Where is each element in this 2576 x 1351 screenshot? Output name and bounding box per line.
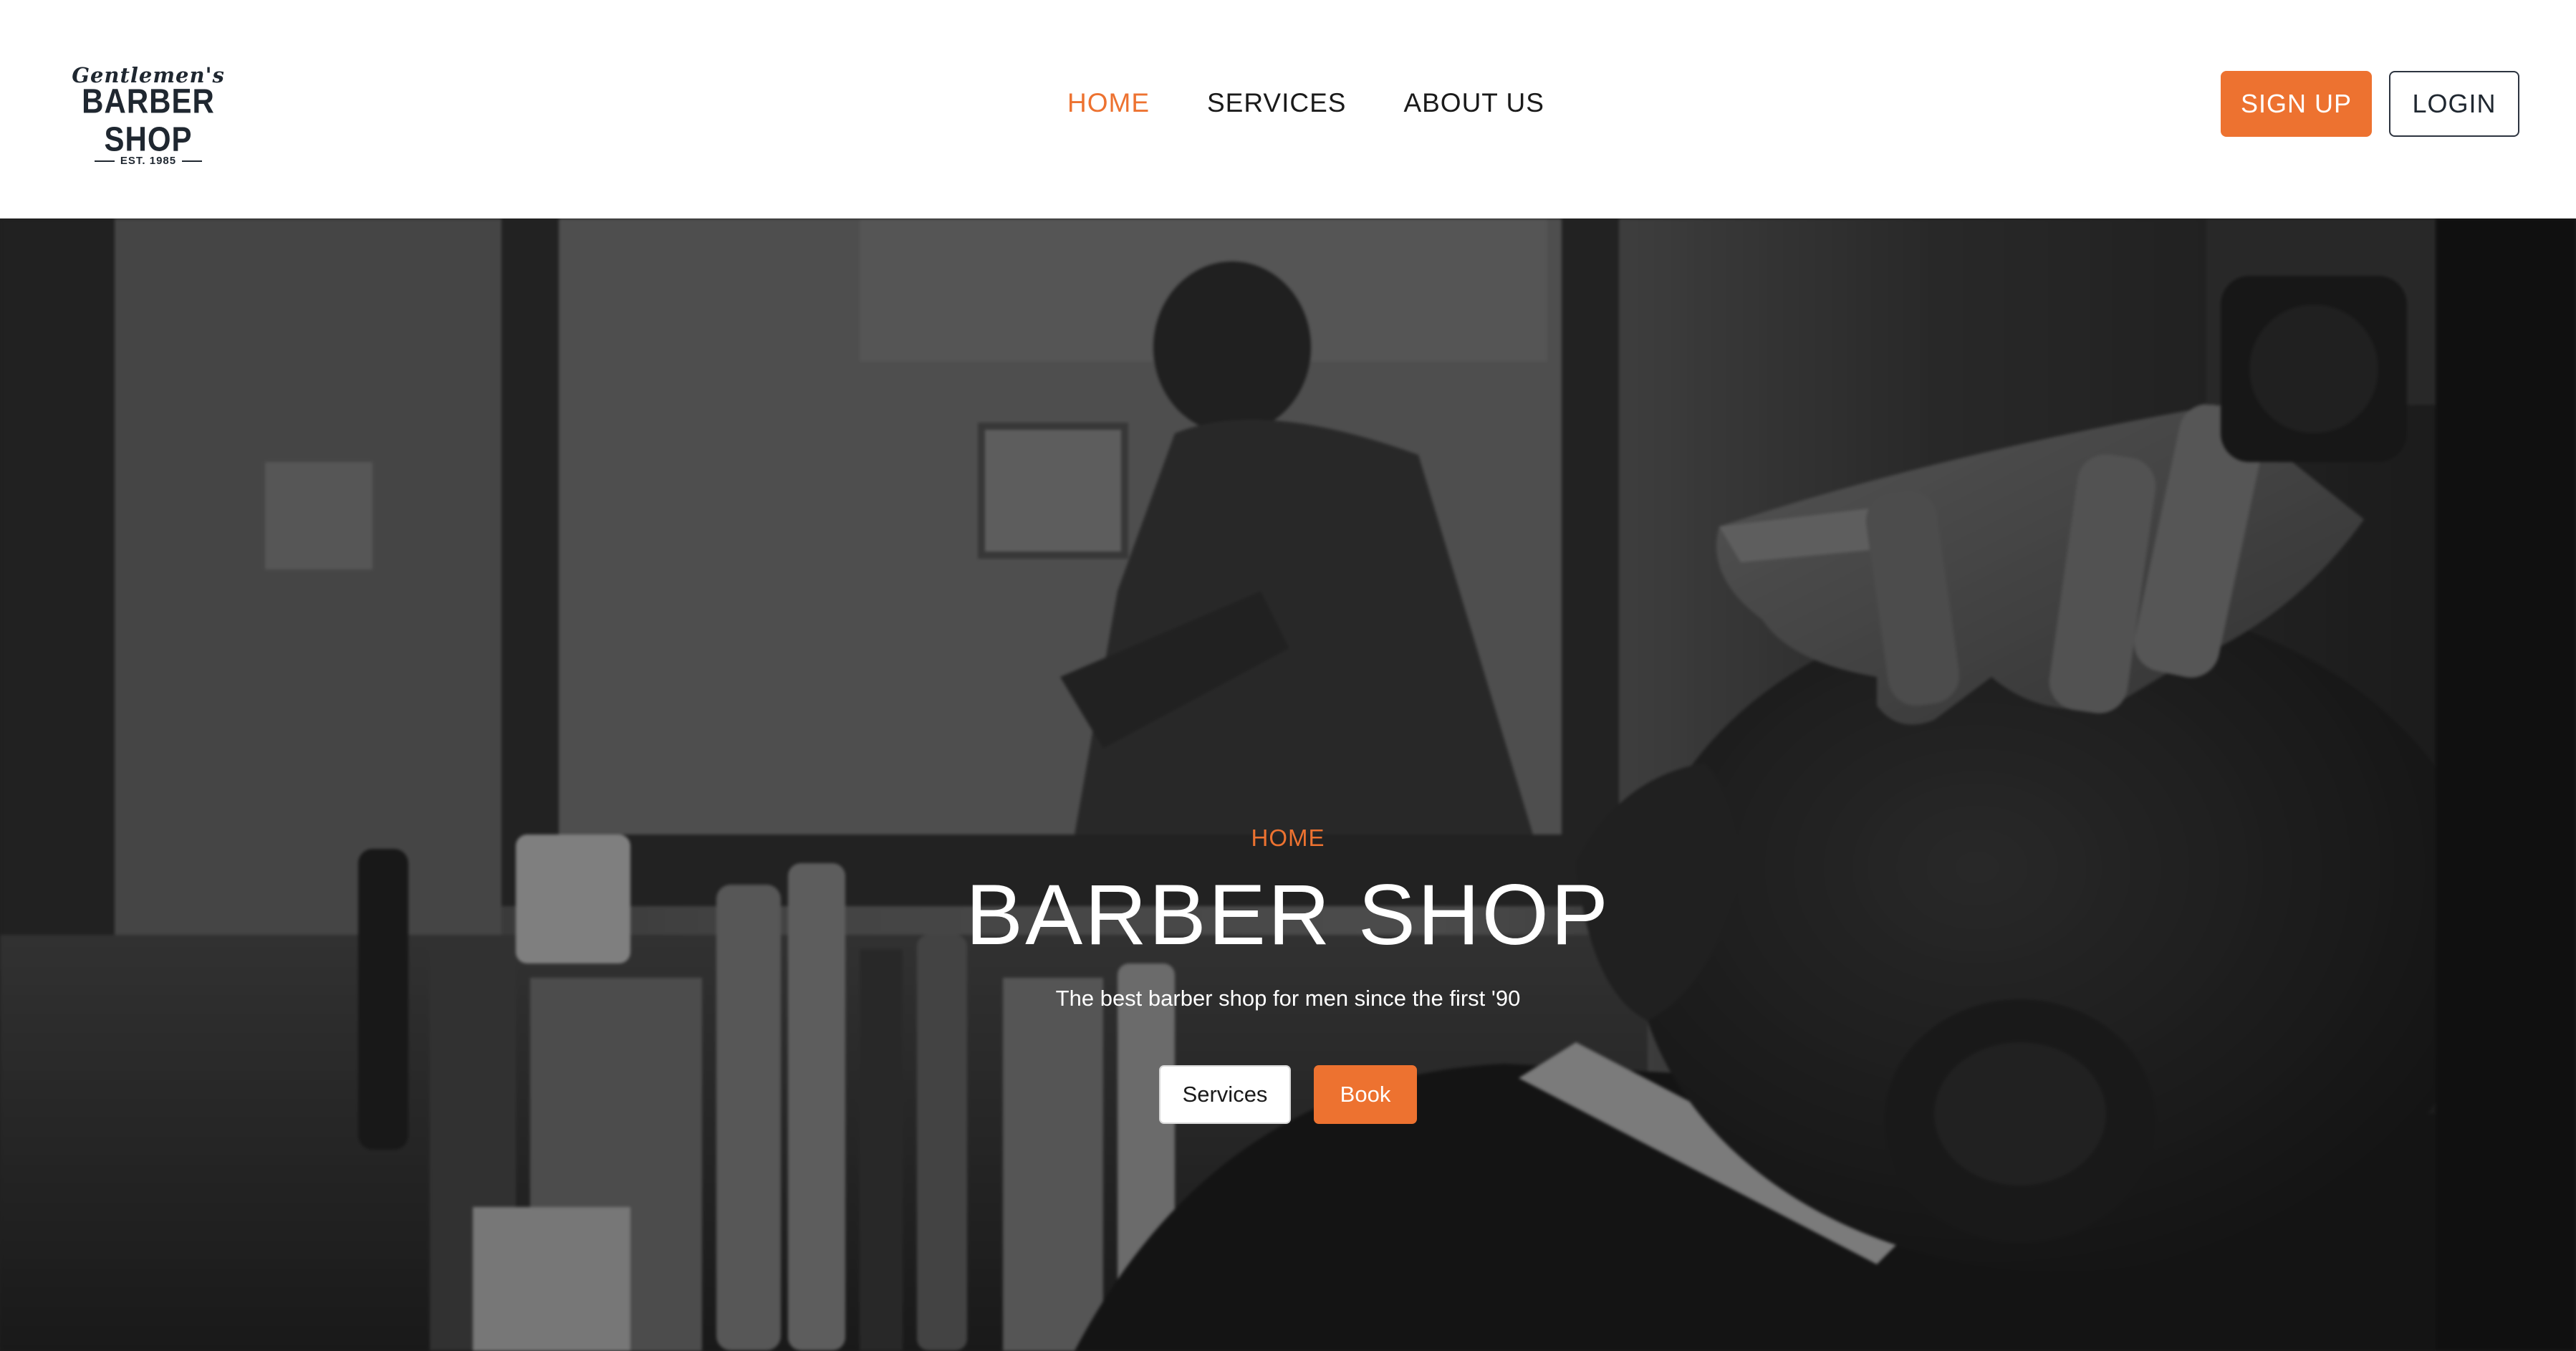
hero-content: HOME BARBER SHOP The best barber shop fo… — [858, 824, 1718, 1124]
site-header: Gentlemen's BARBER SHOP EST. 1985 HOME S… — [0, 0, 2576, 218]
services-button[interactable]: Services — [1159, 1065, 1291, 1124]
brand-rule-right — [182, 160, 203, 162]
sign-up-button[interactable]: SIGN UP — [2221, 71, 2372, 137]
main-nav: HOME SERVICES ABOUT US — [1067, 85, 1544, 122]
hero-eyebrow: HOME — [1251, 824, 1325, 851]
brand-name: BARBER SHOP — [82, 81, 215, 158]
hero-subtitle: The best barber shop for men since the f… — [1055, 986, 1521, 1011]
nav-item-services[interactable]: SERVICES — [1207, 88, 1346, 118]
hero-title: BARBER SHOP — [966, 867, 1610, 963]
brand-logo[interactable]: Gentlemen's BARBER SHOP EST. 1985 — [66, 63, 231, 167]
hero-section: HOME BARBER SHOP The best barber shop fo… — [0, 218, 2576, 1351]
nav-item-about-us[interactable]: ABOUT US — [1403, 88, 1544, 118]
nav-item-home[interactable]: HOME — [1067, 88, 1150, 118]
brand-rule-left — [94, 160, 115, 162]
hero-overlay — [0, 218, 2576, 1351]
book-button[interactable]: Book — [1314, 1065, 1417, 1124]
login-button[interactable]: LOGIN — [2389, 71, 2519, 137]
hero-buttons: Services Book — [858, 1065, 1718, 1124]
